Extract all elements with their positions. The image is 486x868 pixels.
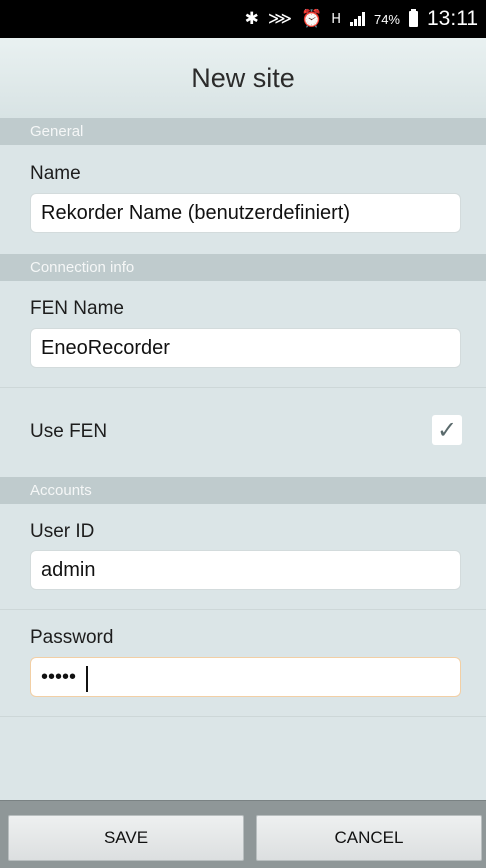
section-general: General (0, 118, 486, 145)
fen-name-input[interactable] (30, 328, 461, 368)
divider (0, 609, 486, 610)
use-fen-checkbox[interactable]: ✓ (432, 415, 462, 445)
name-label: Name (30, 163, 81, 184)
fen-name-label: FEN Name (30, 298, 124, 319)
name-input[interactable] (30, 193, 461, 233)
divider (0, 387, 486, 388)
section-connection-info: Connection info (0, 254, 486, 281)
cancel-button[interactable]: CANCEL (256, 815, 482, 861)
section-accounts: Accounts (0, 477, 486, 504)
text-cursor (86, 666, 88, 692)
button-bar: SAVE CANCEL (0, 800, 486, 868)
battery-icon (409, 9, 418, 27)
use-fen-label: Use FEN (30, 421, 108, 442)
page-title: New site (191, 62, 295, 93)
status-bar: ✱ ⋙ ⏰ H 74% 13:11 (0, 0, 486, 38)
password-input[interactable] (30, 657, 461, 697)
hspa-icon: H (331, 11, 341, 27)
user-id-label: User ID (30, 521, 95, 542)
save-button[interactable]: SAVE (8, 815, 244, 861)
title-bar: New site (0, 38, 486, 119)
user-id-input[interactable] (30, 550, 461, 590)
checkmark-icon: ✓ (436, 416, 458, 444)
alarm-icon: ⏰ (301, 8, 323, 29)
divider (0, 716, 486, 717)
battery-percent: 74% (373, 11, 400, 27)
clock: 13:11 (427, 7, 478, 30)
bluetooth-icon: ✱ (244, 8, 259, 29)
password-label: Password (30, 627, 114, 648)
mute-icon: ⋙ (267, 8, 293, 29)
signal-icon (349, 12, 365, 26)
